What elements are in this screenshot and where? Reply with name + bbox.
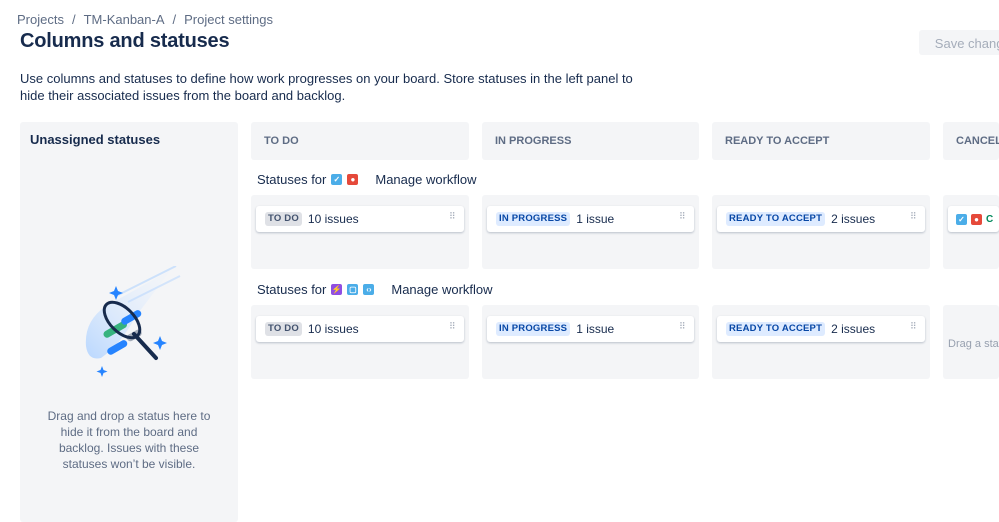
status-lozenge: TO DO <box>265 212 302 226</box>
bug-icon: ● <box>971 213 982 225</box>
breadcrumb-settings[interactable]: Project settings <box>184 12 273 27</box>
unassigned-statuses-title: Unassigned statuses <box>30 132 161 147</box>
status-card-in-progress[interactable]: IN PROGRESS 1 issue ⠿ <box>487 316 694 342</box>
status-card-ready-to-accept[interactable]: READY TO ACCEPT 2 issues ⠿ <box>717 206 925 232</box>
issue-count: 1 issue <box>576 212 615 226</box>
issue-count: 2 issues <box>831 322 876 336</box>
status-lozenge: READY TO ACCEPT <box>726 212 826 226</box>
status-group-label: Statuses for ✓ ● Manage workflow <box>257 172 477 187</box>
epic-icon: ⚡ <box>331 284 343 295</box>
task-icon: ✓ <box>331 174 343 185</box>
drag-handle-icon[interactable]: ⠿ <box>679 212 686 221</box>
column-header-todo[interactable]: TO DO <box>251 122 469 160</box>
breadcrumb: Projects / TM-Kanban-A / Project setting… <box>17 12 273 27</box>
status-card-todo[interactable]: TO DO 10 issues ⠿ <box>256 316 464 342</box>
status-card-cancelled[interactable]: ✓ ● C <box>948 206 999 232</box>
drag-status-illustration <box>85 266 181 377</box>
status-lozenge: READY TO ACCEPT <box>726 322 826 336</box>
status-card-in-progress[interactable]: IN PROGRESS 1 issue ⠿ <box>487 206 694 232</box>
task-icon: ✓ <box>956 213 967 225</box>
column-header-ready-to-accept[interactable]: READY TO ACCEPT <box>712 122 930 160</box>
issue-count: 10 issues <box>307 322 359 336</box>
statuses-for-label: Statuses for <box>257 172 327 187</box>
drag-handle-icon[interactable]: ⠿ <box>910 212 917 221</box>
drag-handle-icon[interactable]: ⠿ <box>449 322 456 331</box>
drag-handle-icon[interactable]: ⠿ <box>679 322 686 331</box>
status-card-todo[interactable]: TO DO 10 issues ⠿ <box>256 206 464 232</box>
manage-workflow-link[interactable]: Manage workflow <box>391 282 492 297</box>
status-lozenge: C <box>986 213 994 225</box>
subtask-icon: ▢ <box>347 284 359 295</box>
code-icon: ‹› <box>363 284 375 295</box>
bug-icon: ● <box>347 174 359 185</box>
page-description: Use columns and statuses to define how w… <box>20 71 633 103</box>
drop-hint: Drag a status <box>948 338 999 350</box>
issue-count: 10 issues <box>307 212 359 226</box>
status-lozenge: TO DO <box>265 322 302 336</box>
unassigned-hint: Drag and drop a status here to hide it f… <box>47 409 211 471</box>
status-lozenge: IN PROGRESS <box>496 212 571 226</box>
breadcrumb-projects[interactable]: Projects <box>17 12 64 27</box>
breadcrumb-separator: / <box>71 12 76 27</box>
column-header-cancelled[interactable]: CANCELLED <box>943 122 999 160</box>
breadcrumb-project[interactable]: TM-Kanban-A <box>84 12 165 27</box>
page-title: Columns and statuses <box>20 30 230 52</box>
drag-handle-icon[interactable]: ⠿ <box>449 212 456 221</box>
save-changes-button[interactable]: Save changes <box>919 30 999 55</box>
statuses-for-label: Statuses for <box>257 282 327 297</box>
issue-count: 2 issues <box>831 212 876 226</box>
breadcrumb-separator: / <box>172 12 177 27</box>
status-lozenge: IN PROGRESS <box>496 322 571 336</box>
issue-count: 1 issue <box>576 322 615 336</box>
unassigned-statuses-panel[interactable]: Unassigned statuses Drag and drop a stat… <box>20 122 238 522</box>
column-header-in-progress[interactable]: IN PROGRESS <box>482 122 699 160</box>
drag-handle-icon[interactable]: ⠿ <box>910 322 917 331</box>
status-group-label: Statuses for ⚡ ▢ ‹› Manage workflow <box>257 282 493 297</box>
manage-workflow-link[interactable]: Manage workflow <box>375 172 476 187</box>
status-card-ready-to-accept[interactable]: READY TO ACCEPT 2 issues ⠿ <box>717 316 925 342</box>
